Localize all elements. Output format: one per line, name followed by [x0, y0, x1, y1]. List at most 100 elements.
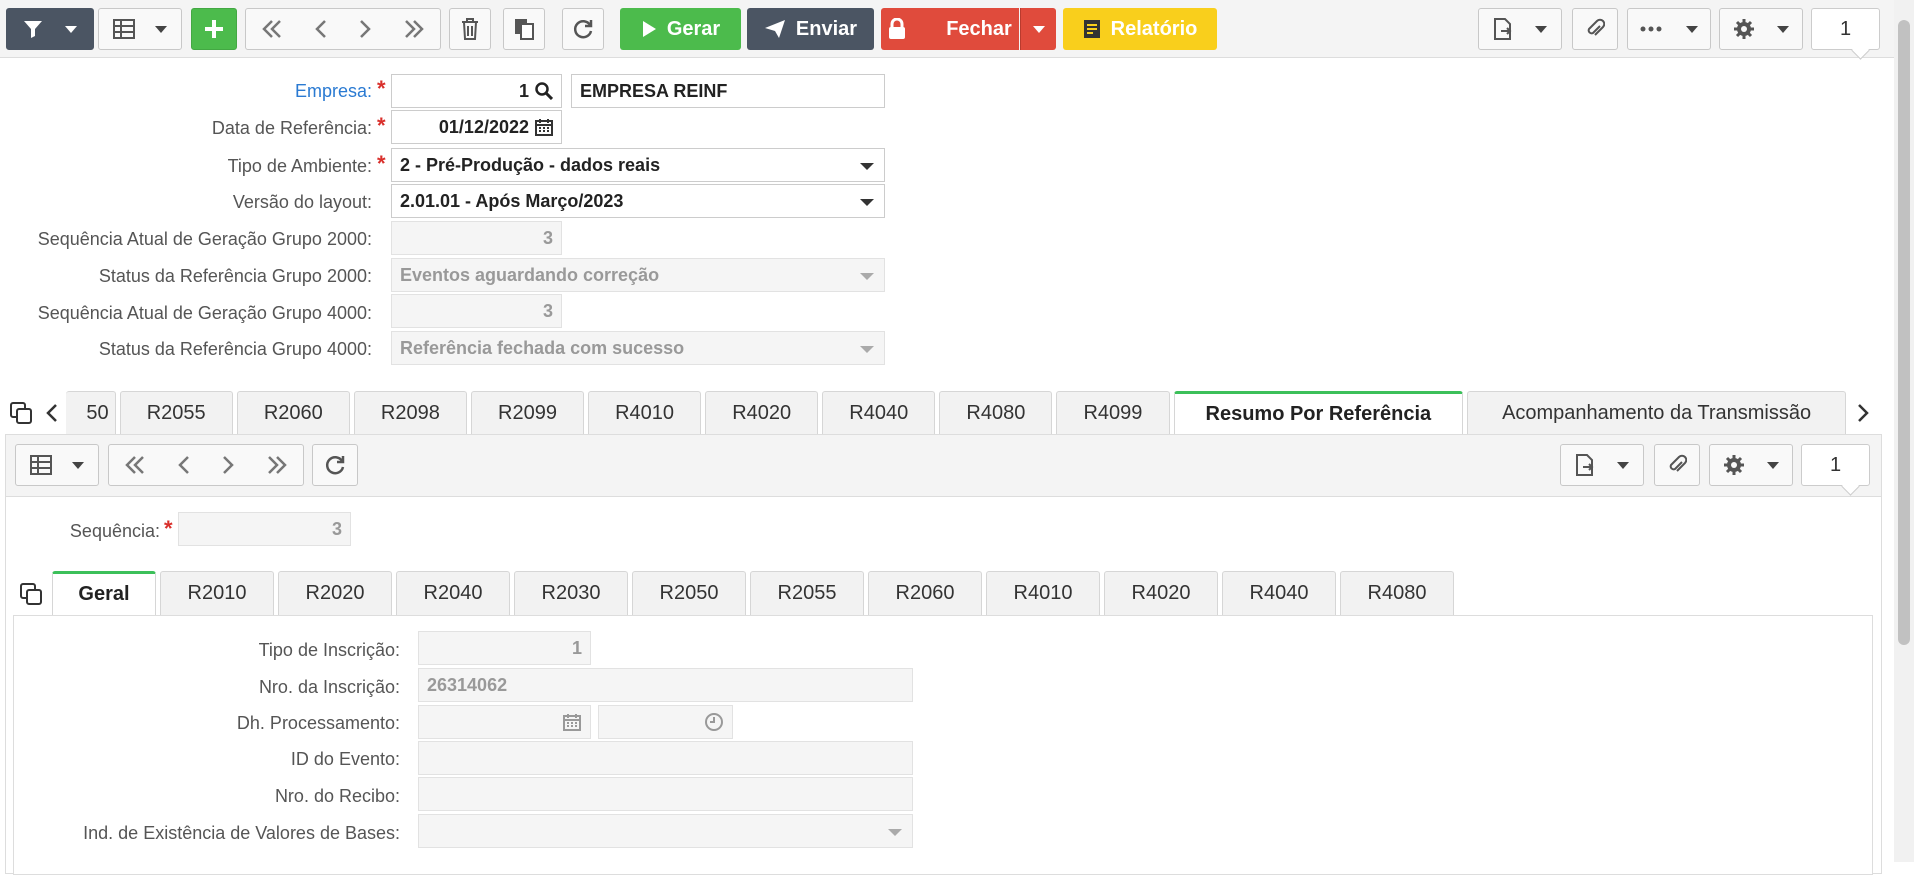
refresh-button[interactable]	[562, 8, 604, 50]
tab-main-r4080[interactable]: R4080	[939, 391, 1053, 435]
status-2000-select: Eventos aguardando correção	[391, 258, 885, 292]
relatorio-button[interactable]: Relatório	[1063, 8, 1217, 50]
copy-inner-tabs-icon[interactable]	[19, 582, 43, 606]
gerar-button[interactable]: Gerar	[620, 8, 741, 50]
tab-main-r2098[interactable]: R2098	[353, 391, 467, 435]
data-referencia-input[interactable]: 01/12/2022	[391, 110, 562, 144]
tab-inner-r4080[interactable]: R4080	[1340, 571, 1454, 615]
detail-record-navigation	[108, 444, 304, 486]
enviar-button[interactable]: Enviar	[747, 8, 874, 50]
detail-grid-view-button[interactable]	[15, 444, 99, 486]
tab-inner-r2010[interactable]: R2010	[160, 571, 274, 615]
export-icon	[1576, 454, 1594, 476]
tab-main-r4040[interactable]: R4040	[822, 391, 936, 435]
attachment-button[interactable]	[1572, 8, 1618, 50]
chevron-down-icon	[1535, 25, 1547, 33]
copy-icon	[515, 19, 534, 40]
copy-button[interactable]	[503, 8, 545, 50]
more-options-button[interactable]	[1627, 8, 1711, 50]
tab-main-r4099[interactable]: R4099	[1056, 391, 1170, 435]
first-record-icon[interactable]	[123, 455, 147, 475]
tab-main-0[interactable]: 50	[66, 391, 116, 435]
detail-settings-button[interactable]	[1709, 444, 1793, 486]
next-record-icon[interactable]	[357, 19, 373, 39]
chevron-down-icon	[1617, 461, 1629, 469]
detail-export-button[interactable]	[1560, 444, 1644, 486]
tab-main-acompanhamento[interactable]: Acompanhamento da Transmissão	[1467, 391, 1846, 435]
more-icon	[1640, 26, 1662, 32]
tipo-inscricao-label: Tipo de Inscrição:	[258, 640, 400, 660]
fechar-button[interactable]: Fechar	[881, 8, 1019, 50]
tabs-scroll-right-icon[interactable]	[1856, 403, 1870, 423]
tipo-ambiente-select[interactable]: 2 - Pré-Produção - dados reais	[391, 148, 885, 182]
grid-view-button[interactable]	[98, 8, 182, 50]
table-icon	[113, 19, 135, 39]
chevron-down-icon	[888, 829, 902, 836]
tab-inner-r2060[interactable]: R2060	[868, 571, 982, 615]
detail-toolbar: 1	[6, 435, 1881, 497]
tab-inner-r2050[interactable]: R2050	[632, 571, 746, 615]
tab-main-r4010[interactable]: R4010	[588, 391, 702, 435]
tab-inner-r2055[interactable]: R2055	[750, 571, 864, 615]
export-button[interactable]	[1478, 8, 1562, 50]
tab-main-r2099[interactable]: R2099	[470, 391, 585, 435]
copy-tabs-icon[interactable]	[9, 401, 33, 425]
filter-button[interactable]	[6, 8, 94, 50]
tab-main-r2060[interactable]: R2060	[236, 391, 350, 435]
empresa-code: 1	[518, 80, 529, 101]
search-icon[interactable]	[535, 82, 553, 100]
previous-record-icon[interactable]	[176, 455, 192, 475]
dh-processamento-time	[598, 705, 733, 739]
tab-inner-r4010[interactable]: R4010	[986, 571, 1100, 615]
tabs-scroll-left-icon[interactable]	[45, 403, 59, 423]
required-marker: *	[377, 113, 386, 138]
page-number[interactable]: 1	[1811, 8, 1880, 50]
seq-4000-field: 3	[391, 294, 562, 328]
sequencia-label: Sequência:	[69, 521, 160, 541]
settings-button[interactable]	[1719, 8, 1803, 50]
ind-existencia-select	[418, 814, 913, 848]
chevron-down-icon	[860, 273, 874, 280]
empresa-label[interactable]: Empresa:	[295, 81, 372, 102]
detail-attachment-button[interactable]	[1654, 444, 1700, 486]
id-evento-field	[418, 741, 913, 775]
last-record-icon[interactable]	[402, 19, 426, 39]
seq-2000-field: 3	[391, 221, 562, 255]
chevron-down-icon	[860, 199, 874, 206]
chevron-down-icon	[1686, 25, 1698, 33]
detail-refresh-button[interactable]	[312, 444, 358, 486]
relatorio-label: Relatório	[1110, 17, 1198, 40]
next-record-icon[interactable]	[220, 455, 236, 475]
tab-inner-r4020[interactable]: R4020	[1104, 571, 1218, 615]
tab-inner-r2040[interactable]: R2040	[396, 571, 510, 615]
previous-record-icon[interactable]	[313, 19, 329, 39]
page-scrollbar[interactable]	[1894, 0, 1914, 862]
fechar-dropdown[interactable]	[1020, 8, 1056, 50]
tab-inner-geral[interactable]: Geral	[52, 571, 156, 615]
detail-page-number[interactable]: 1	[1801, 444, 1870, 486]
note-icon	[1083, 20, 1100, 38]
send-icon	[764, 20, 785, 38]
tab-main-resumo[interactable]: Resumo Por Referência	[1173, 391, 1464, 435]
versao-layout-label: Versão do layout:	[232, 192, 372, 212]
tab-inner-r4040[interactable]: R4040	[1222, 571, 1336, 615]
add-button[interactable]	[191, 8, 237, 50]
status-4000-select: Referência fechada com sucesso	[391, 331, 885, 365]
tab-main-r4020[interactable]: R4020	[705, 391, 819, 435]
chevron-down-icon	[1767, 461, 1779, 469]
first-record-icon[interactable]	[260, 19, 284, 39]
calendar-icon[interactable]	[535, 118, 553, 136]
scrollbar-thumb[interactable]	[1898, 20, 1910, 645]
versao-layout-select[interactable]: 2.01.01 - Após Março/2023	[391, 184, 885, 218]
gerar-label: Gerar	[666, 17, 721, 40]
refresh-icon	[573, 20, 593, 39]
sequencia-field: 3	[178, 512, 351, 546]
nro-inscricao-field: 26314062	[418, 668, 913, 702]
delete-button[interactable]	[449, 8, 491, 50]
tab-main-r2055[interactable]: R2055	[119, 391, 233, 435]
inner-tabs: Geral R2010 R2020 R2040 R2030 R2050 R205…	[52, 571, 1454, 615]
tab-inner-r2030[interactable]: R2030	[514, 571, 628, 615]
last-record-icon[interactable]	[265, 455, 289, 475]
tab-inner-r2020[interactable]: R2020	[278, 571, 392, 615]
empresa-code-input[interactable]: 1	[391, 74, 562, 108]
